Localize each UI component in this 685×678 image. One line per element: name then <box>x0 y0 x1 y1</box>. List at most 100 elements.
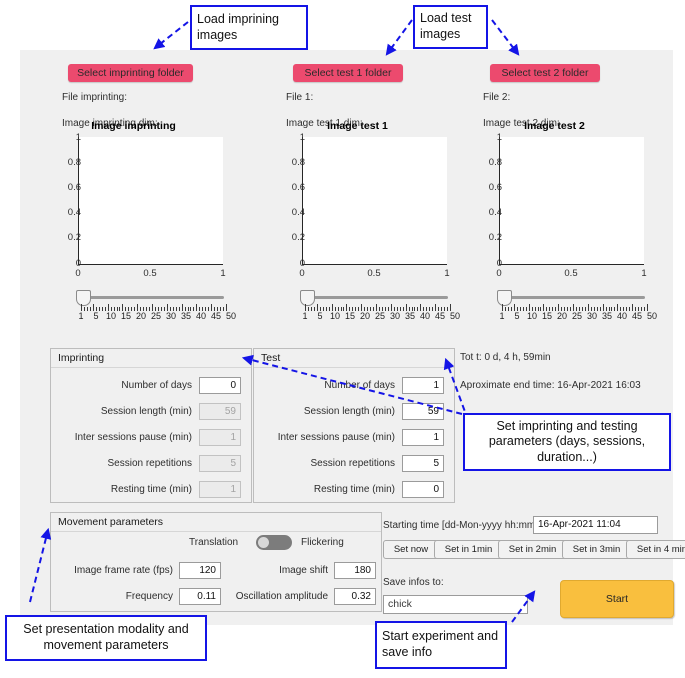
axes-test1-title: Image test 1 <box>327 120 388 132</box>
set-in-1min-button[interactable]: Set in 1min <box>434 540 503 559</box>
x-tick: 1 <box>641 268 647 279</box>
field-label: Oscillation amplitude <box>235 590 328 602</box>
y-tick: 1 <box>299 132 305 143</box>
callout-load-imprinting: Load imprining images <box>190 5 308 50</box>
field-label: Inter sessions pause (min) <box>277 431 395 443</box>
total-time-label: Tot t: 0 d, 4 h, 59min <box>460 352 551 363</box>
x-tick: 0.5 <box>367 268 381 279</box>
slider-ruler <box>502 304 648 311</box>
arrow-load-test1 <box>385 19 413 56</box>
field-row: Oscillation amplitude 0.32 <box>226 587 376 605</box>
file-imprinting-label: File imprinting: <box>62 92 128 103</box>
slider-tick-labels: 1 5 10 15 20 25 30 35 40 45 50 <box>300 311 460 323</box>
imprinting-panel-title: Imprinting <box>58 352 105 364</box>
y-tick: 1 <box>75 132 81 143</box>
y-tick: 1 <box>496 132 502 143</box>
frame-slider-imprinting[interactable]: 1 5 10 15 20 25 30 35 40 45 50 <box>76 288 236 326</box>
frame-slider-test2[interactable]: 1 5 10 15 20 25 30 35 40 45 50 <box>497 288 657 326</box>
field-label: Image frame rate (fps) <box>74 564 173 576</box>
field-row: Number of days 0 <box>51 376 249 394</box>
field-label: Session repetitions <box>107 457 193 469</box>
arrow-load-imprinting <box>153 21 189 50</box>
y-tick: 0.8 <box>488 157 502 168</box>
slider-tick-labels: 1 5 10 15 20 25 30 35 40 45 50 <box>76 311 236 323</box>
image-frame-rate-input[interactable]: 120 <box>179 561 221 579</box>
field-label: Session length (min) <box>303 405 395 417</box>
start-button[interactable]: Start <box>560 580 674 618</box>
toggle-knob[interactable] <box>258 537 269 548</box>
x-tick: 0 <box>299 268 305 279</box>
save-infos-label: Save infos to: <box>383 577 444 588</box>
set-in-3min-button[interactable]: Set in 3min <box>562 540 631 559</box>
slider-track[interactable] <box>306 296 448 299</box>
movement-panel-title: Movement parameters <box>58 516 164 528</box>
axes-test1: Image test 1 1 0.8 0.6 0.4 0.2 0 0 0.5 1… <box>260 120 460 326</box>
y-tick: 0.8 <box>291 157 305 168</box>
frequency-input[interactable]: 0.11 <box>179 587 221 605</box>
panel-divider <box>51 367 251 368</box>
field-row: Resting time (min) 0 <box>254 480 452 498</box>
slider-track[interactable] <box>82 296 224 299</box>
test-parameters-panel: Test Number of days 1 Session length (mi… <box>253 348 455 503</box>
field-row: Number of days 1 <box>254 376 452 394</box>
axes-test2-plot-area <box>499 137 644 265</box>
y-tick: 0.4 <box>291 207 305 218</box>
flickering-label: Flickering <box>301 537 344 548</box>
approximate-end-time-label: Aproximate end time: 16-Apr-2021 16:03 <box>460 380 641 391</box>
field-label: Inter sessions pause (min) <box>74 431 192 443</box>
test-session-repetitions-input[interactable]: 5 <box>402 454 444 472</box>
imprinting-number-of-days-input[interactable]: 0 <box>199 376 241 394</box>
panel-divider <box>254 367 454 368</box>
slider-ruler <box>305 304 451 311</box>
axes-imprinting-title: Image imprinting <box>91 120 176 132</box>
select-test1-folder-button[interactable]: Select test 1 folder <box>293 64 403 82</box>
imprinting-inter-sessions-pause-input: 1 <box>199 428 241 446</box>
select-test2-folder-button[interactable]: Select test 2 folder <box>490 64 600 82</box>
set-in-2min-button[interactable]: Set in 2min <box>498 540 567 559</box>
field-label: Image shift <box>279 564 328 576</box>
field-row: Resting time (min) 1 <box>51 480 249 498</box>
slider-tick: 50 <box>646 311 657 321</box>
field-label: Resting time (min) <box>110 483 192 495</box>
image-shift-input[interactable]: 180 <box>334 561 376 579</box>
slider-track[interactable] <box>503 296 645 299</box>
field-label: Number of days <box>121 379 192 391</box>
save-info-input[interactable]: chick <box>383 595 528 614</box>
field-row: Frequency 0.11 <box>61 587 221 605</box>
field-row: Inter sessions pause (min) 1 <box>254 428 452 446</box>
oscillation-amplitude-input[interactable]: 0.32 <box>334 587 376 605</box>
y-tick: 0.6 <box>488 182 502 193</box>
test-session-length-input[interactable]: 59 <box>402 402 444 420</box>
movement-parameters-panel: Movement parameters Translation Flickeri… <box>50 512 382 612</box>
y-tick: 0.6 <box>291 182 305 193</box>
select-imprinting-folder-button[interactable]: Select imprinting folder <box>68 64 193 82</box>
field-row: Inter sessions pause (min) 1 <box>51 428 249 446</box>
x-tick: 0.5 <box>143 268 157 279</box>
starting-time-input[interactable]: 16-Apr-2021 11:04 <box>533 516 658 534</box>
callout-start-experiment: Start experiment and save info <box>375 621 507 669</box>
x-tick: 0 <box>75 268 81 279</box>
x-tick: 1 <box>444 268 450 279</box>
imprinting-resting-time-input: 1 <box>199 480 241 498</box>
axes-test2: Image test 2 1 0.8 0.6 0.4 0.2 0 0 0.5 1… <box>457 120 657 326</box>
callout-set-movement: Set presentation modality and movement p… <box>5 615 207 661</box>
test-number-of-days-input[interactable]: 1 <box>402 376 444 394</box>
starting-time-label: Starting time [dd-Mon-yyyy hh:mm:ss] <box>383 520 551 531</box>
set-now-button[interactable]: Set now <box>383 540 439 559</box>
field-label: Number of days <box>324 379 395 391</box>
x-tick: 0 <box>496 268 502 279</box>
file-test1-label: File 1: <box>286 92 314 103</box>
test-resting-time-input[interactable]: 0 <box>402 480 444 498</box>
y-tick: 0.2 <box>488 232 502 243</box>
field-label: Session length (min) <box>100 405 192 417</box>
slider-ruler <box>81 304 227 311</box>
test-inter-sessions-pause-input[interactable]: 1 <box>402 428 444 446</box>
callout-set-parameters: Set imprinting and testing parameters (d… <box>463 413 671 471</box>
imprinting-session-length-input: 59 <box>199 402 241 420</box>
y-tick: 0.4 <box>67 207 81 218</box>
y-tick: 0.4 <box>488 207 502 218</box>
frame-slider-test1[interactable]: 1 5 10 15 20 25 30 35 40 45 50 <box>300 288 460 326</box>
set-in-4min-button[interactable]: Set in 4 min <box>626 540 685 559</box>
movement-modality-toggle[interactable] <box>256 535 292 550</box>
callout-load-test: Load test images <box>413 5 488 49</box>
